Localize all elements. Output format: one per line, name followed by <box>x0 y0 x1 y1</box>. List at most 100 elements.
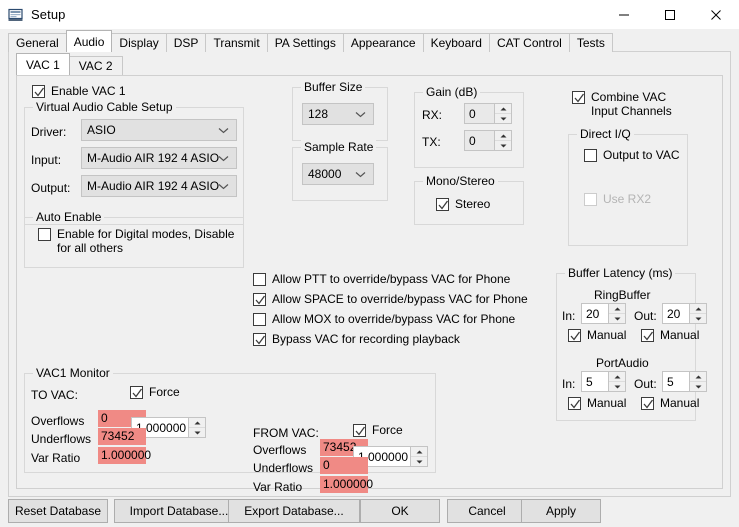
maximize-button[interactable] <box>647 0 693 29</box>
stereo-checkbox[interactable]: Stereo <box>436 197 490 211</box>
gain-rx-spinner[interactable]: 0 <box>464 103 512 124</box>
output-combo[interactable]: M-Audio AIR 192 4 ASIO <box>81 175 237 197</box>
vac-setup-group-label: Virtual Audio Cable Setup <box>33 100 176 114</box>
spinner-down-icon[interactable] <box>690 382 706 391</box>
allow-mox-override-label: Allow MOX to override/bypass VAC for Pho… <box>272 312 516 326</box>
to-vac-force-checkbox[interactable]: Force <box>130 385 180 399</box>
input-label: Input: <box>31 153 62 167</box>
buffer-size-combo[interactable]: 128 <box>302 103 374 125</box>
pa-in-label: In: <box>562 377 576 391</box>
tab-vac-1[interactable]: VAC 1 <box>16 53 70 75</box>
rb-out-spinner[interactable]: 20 <box>662 303 707 324</box>
gain-tx-spinner[interactable]: 0 <box>464 130 512 151</box>
combine-vac-input-channels-checkbox[interactable]: Combine VAC Input Channels <box>572 90 702 118</box>
enable-vac1-checkbox[interactable]: Enable VAC 1 <box>32 84 126 98</box>
tab-cat-control[interactable]: CAT Control <box>488 33 570 52</box>
spinner-buttons[interactable] <box>689 372 706 391</box>
tab-dsp[interactable]: DSP <box>165 33 207 52</box>
reset-database-button[interactable]: Reset Database <box>8 499 108 523</box>
sample-rate-group-label: Sample Rate <box>301 140 377 154</box>
spinner-down-icon[interactable] <box>189 428 205 437</box>
tab-audio[interactable]: Audio <box>65 30 113 52</box>
to-vac-underflows-label: Underflows <box>31 432 92 446</box>
tab-pa-settings[interactable]: PA Settings <box>266 33 344 52</box>
apply-button[interactable]: Apply <box>521 499 601 523</box>
gain-rx-value: 0 <box>469 106 476 121</box>
spinner-buttons[interactable] <box>608 372 625 391</box>
pa-in-manual-checkbox[interactable]: Manual <box>568 396 626 410</box>
export-database-button[interactable]: Export Database... <box>228 499 360 523</box>
from-vac-force-checkbox[interactable]: Force <box>353 423 403 437</box>
spinner-up-icon[interactable] <box>690 304 706 314</box>
spinner-down-icon[interactable] <box>609 314 625 323</box>
from-vac-var-ratio-value: 1.000000 <box>320 476 373 493</box>
vac-tab-strip: VAC 1 VAC 2 <box>16 53 123 75</box>
output-to-vac-label: Output to VAC <box>603 148 680 162</box>
app-setup-icon <box>8 7 24 23</box>
spinner-buttons[interactable] <box>410 447 427 466</box>
tab-general[interactable]: General <box>8 33 67 52</box>
close-button[interactable] <box>693 0 739 29</box>
spinner-up-icon[interactable] <box>411 447 427 457</box>
tab-tests[interactable]: Tests <box>568 33 613 52</box>
auto-enable-label: Enable for Digital modes, Disable for al… <box>57 227 235 255</box>
checkbox-box <box>641 397 654 410</box>
tab-label: DSP <box>173 36 199 50</box>
spinner-down-icon[interactable] <box>495 114 511 123</box>
allow-ptt-override-checkbox[interactable]: Allow PTT to override/bypass VAC for Pho… <box>253 272 510 286</box>
import-database-button[interactable]: Import Database... <box>114 499 244 523</box>
rb-out-manual-checkbox[interactable]: Manual <box>641 328 699 342</box>
chevron-down-icon <box>355 167 366 181</box>
spinner-buttons[interactable] <box>494 104 511 123</box>
chevron-down-icon <box>355 107 366 121</box>
allow-mox-override-checkbox[interactable]: Allow MOX to override/bypass VAC for Pho… <box>253 312 515 326</box>
tab-transmit[interactable]: Transmit <box>205 33 268 52</box>
ok-button[interactable]: OK <box>360 499 440 523</box>
spinner-down-icon[interactable] <box>495 141 511 150</box>
spinner-buttons[interactable] <box>494 131 511 150</box>
spinner-buttons[interactable] <box>689 304 706 323</box>
tab-appearance[interactable]: Appearance <box>342 33 424 52</box>
button-label: Cancel <box>468 504 506 518</box>
spinner-up-icon[interactable] <box>495 131 511 141</box>
rb-in-spinner[interactable]: 20 <box>581 303 626 324</box>
button-label: Import Database... <box>129 504 229 518</box>
spinner-down-icon[interactable] <box>411 457 427 466</box>
input-combo[interactable]: M-Audio AIR 192 4 ASIO <box>81 147 237 169</box>
pa-in-spinner[interactable]: 5 <box>581 371 626 392</box>
title-bar: Setup <box>0 0 739 30</box>
pa-out-spinner[interactable]: 5 <box>662 371 707 392</box>
minimize-button[interactable] <box>601 0 647 29</box>
spinner-up-icon[interactable] <box>189 418 205 428</box>
spinner-buttons[interactable] <box>608 304 625 323</box>
main-tab-strip: General Audio Display DSP Transmit PA Se… <box>8 30 613 52</box>
sample-rate-combo[interactable]: 48000 <box>302 163 374 185</box>
spinner-down-icon[interactable] <box>690 314 706 323</box>
rb-in-manual-checkbox[interactable]: Manual <box>568 328 626 342</box>
spinner-up-icon[interactable] <box>609 372 625 382</box>
allow-space-override-checkbox[interactable]: Allow SPACE to override/bypass VAC for P… <box>253 292 528 306</box>
spinner-down-icon[interactable] <box>609 382 625 391</box>
cancel-button[interactable]: Cancel <box>447 499 527 523</box>
spinner-up-icon[interactable] <box>495 104 511 114</box>
tab-display[interactable]: Display <box>111 33 167 52</box>
button-label: Export Database... <box>244 504 344 518</box>
checkbox-box <box>584 149 597 162</box>
tab-label: Tests <box>576 36 605 50</box>
button-label: Apply <box>545 504 577 518</box>
spinner-up-icon[interactable] <box>690 372 706 382</box>
tab-vac-2[interactable]: VAC 2 <box>68 56 123 75</box>
bypass-vac-recording-label: Bypass VAC for recording playback <box>272 332 460 346</box>
spinner-buttons[interactable] <box>188 418 205 437</box>
tab-label: Appearance <box>350 36 416 50</box>
spinner-up-icon[interactable] <box>609 304 625 314</box>
tab-keyboard[interactable]: Keyboard <box>422 33 490 52</box>
output-to-vac-checkbox[interactable]: Output to VAC <box>584 148 679 162</box>
tab-label: Keyboard <box>430 36 482 50</box>
driver-combo[interactable]: ASIO <box>81 119 237 141</box>
bypass-vac-recording-checkbox[interactable]: Bypass VAC for recording playback <box>253 332 460 346</box>
checkbox-box <box>253 273 266 286</box>
pa-out-manual-checkbox[interactable]: Manual <box>641 396 699 410</box>
auto-enable-checkbox[interactable]: Enable for Digital modes, Disable for al… <box>38 227 238 255</box>
to-vac-title: TO VAC: <box>31 388 78 402</box>
